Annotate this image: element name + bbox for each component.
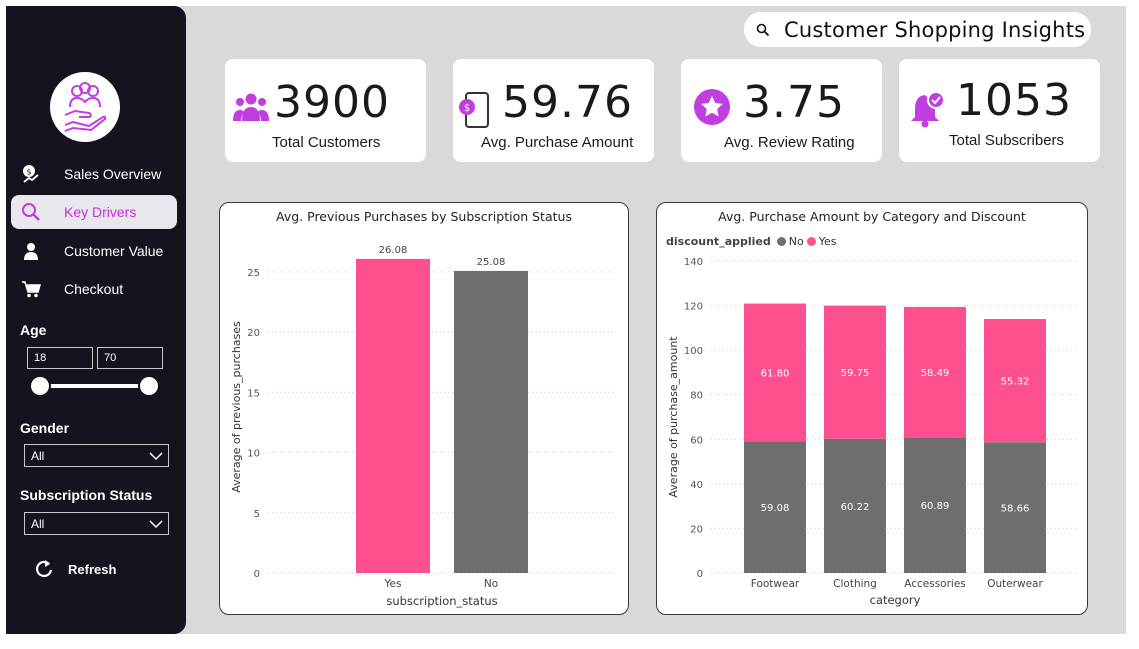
nav-label: Sales Overview [64,166,162,182]
sales-icon: $ [20,163,42,185]
sidebar: $ Sales Overview Key Drivers Customer Va… [6,6,186,634]
page-title: Customer Shopping Insights [784,17,1086,42]
gender-select-value: All [31,448,45,463]
age-min-input[interactable]: 18 [27,347,93,369]
y-tick-label: 10 [247,449,260,460]
chart-previous-purchases-card: Avg. Previous Purchases by Subscription … [219,202,629,615]
y-tick-label: 0 [697,569,703,580]
kpi-label: Avg. Review Rating [724,134,855,151]
refresh-button[interactable]: Refresh [34,559,116,579]
title-search-bar[interactable]: Customer Shopping Insights [744,12,1091,47]
kpi-value: 59.76 [502,77,633,128]
age-slider-max-handle[interactable] [138,375,160,397]
x-axis-title: subscription_status [386,594,497,608]
star-icon [694,89,730,125]
data-label: 58.49 [921,368,950,379]
gender-select[interactable]: All [24,444,169,467]
phone-dollar-icon: $ [459,92,489,128]
nav-sales-overview[interactable]: $ Sales Overview [11,157,177,191]
customer-care-logo [50,72,120,142]
age-label: Age [20,322,47,338]
refresh-label: Refresh [68,561,117,577]
y-tick-label: 20 [247,328,260,339]
y-tick-label: 60 [690,435,703,446]
data-label: 26.08 [379,245,408,256]
nav-label: Customer Value [64,243,164,259]
purchase-amount-stacked-bar-chart: 0 20 40 60 80 100 120 140 59.08 61.80 Footwear 60.2… [667,257,1077,607]
y-tick-label: 120 [684,302,703,313]
chevron-down-icon [149,520,163,529]
nav-customer-value[interactable]: Customer Value [11,234,177,268]
chart-purchase-amount-card: Avg. Purchase Amount by Category and Dis… [656,202,1088,615]
people-hand-icon [64,82,107,132]
search-icon [756,23,770,36]
kpi-label: Total Customers [272,134,381,151]
x-tick-label: Clothing [833,578,877,590]
bell-check-icon [911,91,945,128]
x-tick-label: No [484,578,498,590]
age-slider-track [39,384,151,388]
data-label: 61.80 [761,368,790,379]
svg-text:$: $ [26,168,31,177]
y-tick-label: 80 [690,391,703,402]
refresh-icon [36,560,53,577]
x-tick-label: Outerwear [987,578,1043,590]
nav-key-drivers[interactable]: Key Drivers [11,195,177,229]
x-tick-label: Footwear [751,578,800,590]
kpi-total-customers: 3900 Total Customers [225,59,426,162]
bar-no [454,270,528,573]
data-label: 55.32 [1001,377,1030,388]
nav-label: Key Drivers [64,204,137,220]
bar-yes [356,258,430,573]
y-tick-label: 5 [254,509,260,520]
nav-checkout[interactable]: Checkout [11,272,177,306]
cart-icon [20,278,42,300]
data-label: 58.66 [1001,504,1030,515]
chevron-down-icon [149,452,163,461]
y-tick-label: 0 [254,569,260,580]
x-tick-label: Accessories [904,578,966,590]
y-tick-label: 140 [684,257,703,268]
nav-label: Checkout [64,281,124,297]
data-label: 60.22 [841,502,870,513]
y-axis-title: Average of previous_purchases [230,321,243,493]
age-max-input[interactable]: 70 [97,347,163,369]
kpi-value: 1053 [956,75,1072,126]
subscription-select[interactable]: All [24,512,169,535]
kpi-label: Total Subscribers [949,132,1065,149]
y-tick-label: 25 [247,268,260,279]
subscription-select-value: All [31,516,45,531]
people-icon [233,93,269,121]
data-label: 59.75 [841,368,870,379]
y-tick-label: 15 [247,388,260,399]
x-axis-title: category [870,593,921,607]
kpi-value: 3900 [274,77,390,128]
data-label: 60.89 [921,501,950,512]
kpi-avg-purchase-amount: $ 59.76 Avg. Purchase Amount [453,59,654,162]
svg-text:$: $ [464,103,470,114]
previous-purchases-bar-chart: 0 5 10 15 20 25 26.08 Yes 25.08 No subscription_st… [230,245,616,608]
y-tick-label: 20 [690,524,703,535]
kpi-value: 3.75 [743,77,845,128]
gender-label: Gender [20,420,70,436]
person-icon [20,240,42,262]
y-axis-title: Average of purchase_amount [667,336,680,498]
kpi-label: Avg. Purchase Amount [481,134,634,151]
y-tick-label: 100 [684,346,703,357]
kpi-avg-review-rating: 3.75 Avg. Review Rating [681,59,882,162]
y-tick-label: 40 [690,480,703,491]
age-slider-min-handle[interactable] [29,375,51,397]
subscription-label: Subscription Status [20,487,153,503]
magnifier-icon [20,201,42,223]
kpi-total-subscribers: 1053 Total Subscribers [899,59,1100,162]
x-tick-label: Yes [384,578,402,590]
data-label: 25.08 [477,257,506,268]
data-label: 59.08 [761,503,790,514]
